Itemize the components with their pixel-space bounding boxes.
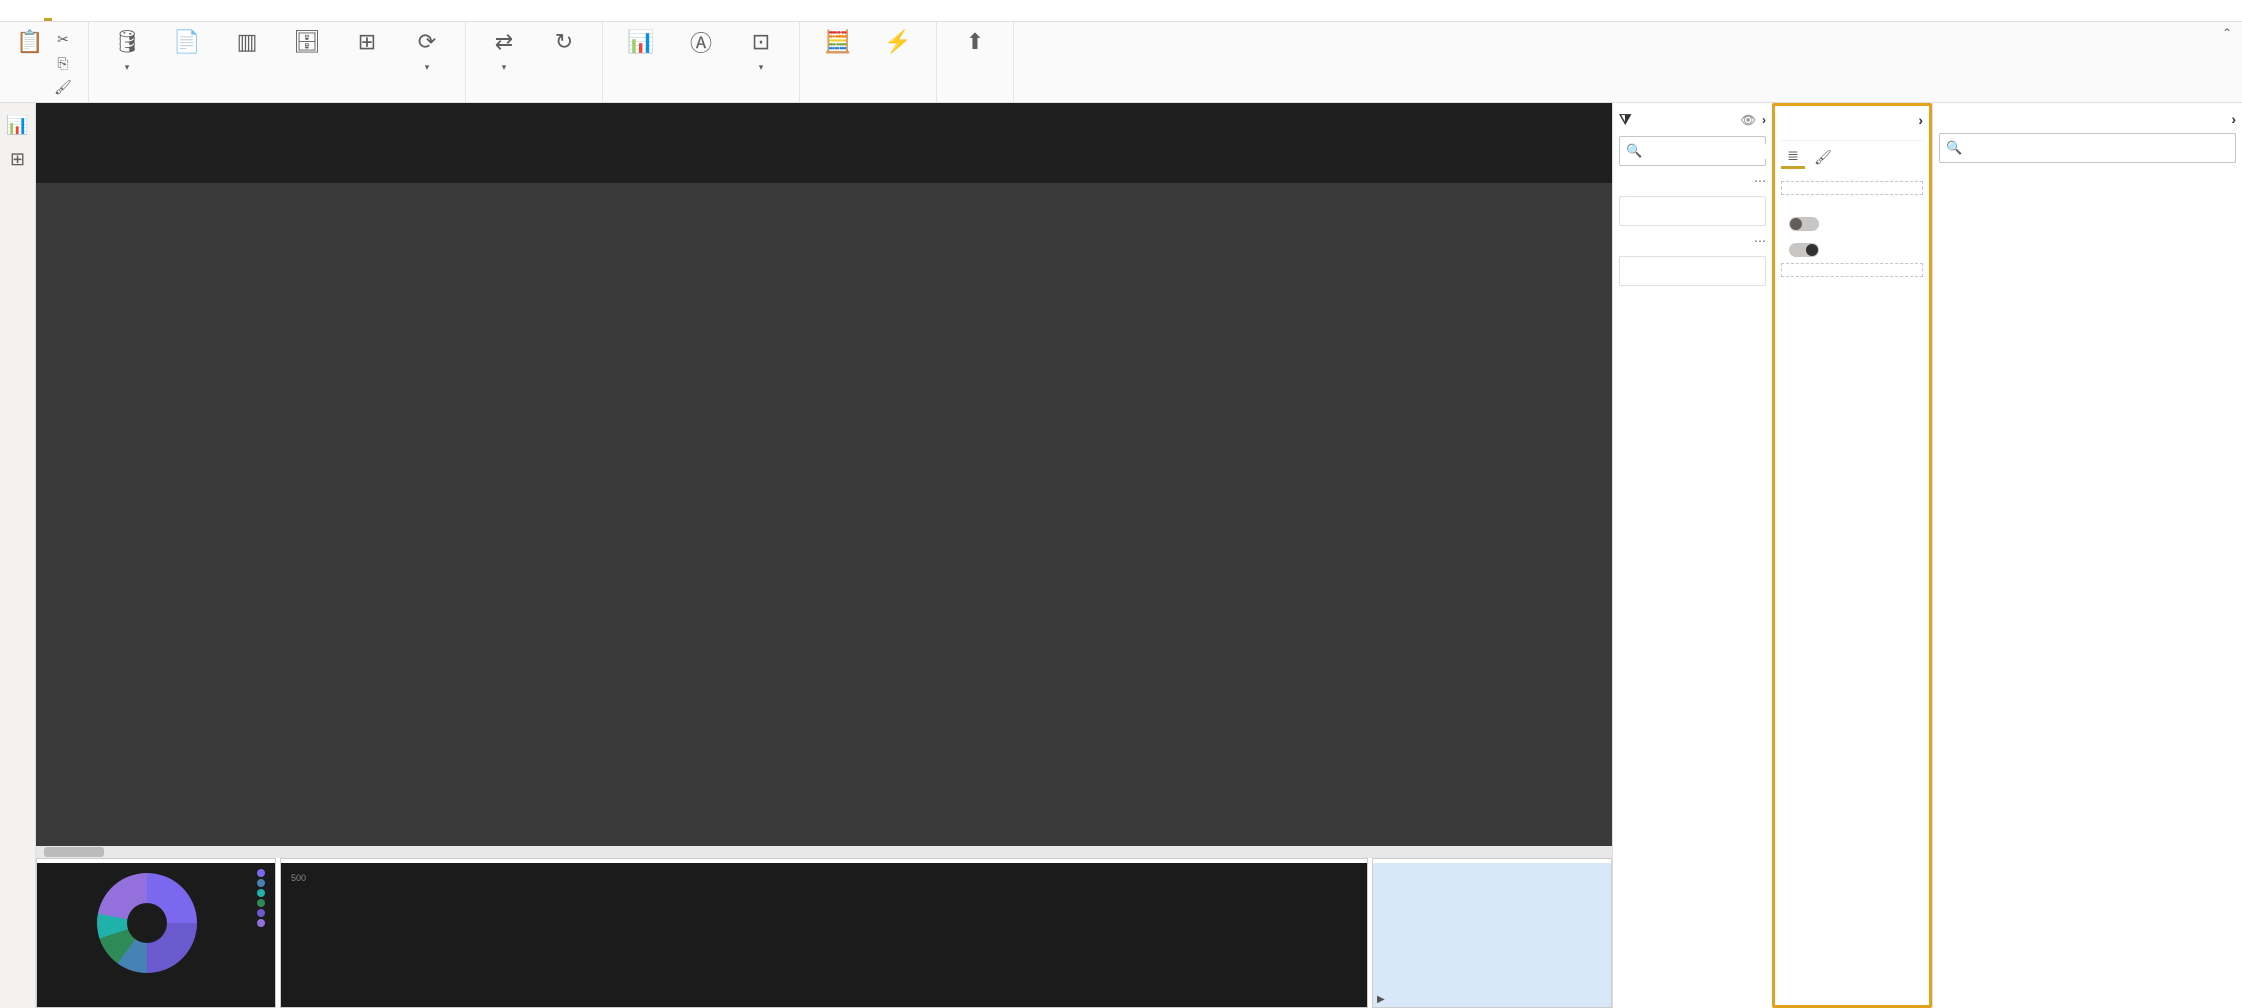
table-visual[interactable] bbox=[36, 183, 1612, 846]
left-nav: 📊 ⊞ bbox=[0, 103, 36, 1008]
transform-icon: ⇄ bbox=[488, 26, 520, 58]
filters-on-page-label: ⋯ bbox=[1619, 174, 1766, 188]
data-view-icon[interactable]: ⊞ bbox=[6, 147, 30, 171]
viz-tool-row: ≣ 🖌 bbox=[1781, 140, 1923, 169]
filters-search[interactable]: 🔍 bbox=[1619, 136, 1766, 166]
tab-insert[interactable] bbox=[74, 4, 82, 21]
refresh-button[interactable]: ↻ bbox=[536, 26, 592, 60]
filters-pane: ⧩ 👁 › 🔍 ⋯ ⋯ bbox=[1612, 103, 1772, 1008]
format-tool-icon[interactable]: 🖌 bbox=[1811, 145, 1835, 169]
horizontal-scrollbar[interactable] bbox=[36, 846, 1612, 858]
more-visuals-button[interactable]: ⊡▾ bbox=[733, 26, 789, 73]
map-visual[interactable]: ▶ bbox=[1372, 858, 1612, 1008]
tab-file[interactable] bbox=[14, 4, 22, 21]
copy-button[interactable]: ⎘ bbox=[54, 52, 78, 74]
ribbon: 📋 ✂ ⎘ 🖌 🛢▾ 📄 ▥ 🗄 ⊞ ⟳▾ ⇄▾ ↻ bbox=[0, 22, 2242, 103]
chart-icon: 📊 bbox=[625, 26, 657, 58]
cross-report-switch[interactable] bbox=[1789, 217, 1819, 231]
fields-tool-icon[interactable]: ≣ bbox=[1781, 145, 1805, 169]
sql-icon: 🗄 bbox=[291, 26, 323, 58]
donut-chart-visual[interactable] bbox=[36, 858, 276, 1008]
copy-icon: ⎘ bbox=[54, 54, 72, 72]
menu-tabs bbox=[0, 0, 2242, 22]
ribbon-group-data: 🛢▾ 📄 ▥ 🗄 ⊞ ⟳▾ bbox=[89, 22, 466, 102]
fields-search[interactable]: 🔍 bbox=[1939, 133, 2236, 163]
drillthrough-dropzone[interactable] bbox=[1781, 263, 1923, 277]
scissors-icon: ✂ bbox=[54, 30, 72, 48]
paste-button[interactable]: 📋 bbox=[10, 26, 50, 60]
textbox-icon: Ⓐ bbox=[685, 26, 717, 58]
ribbon-group-share: ⬆ bbox=[937, 22, 1014, 102]
keep-filters-toggle-row bbox=[1781, 243, 1923, 257]
viz-header: › bbox=[1781, 112, 1923, 128]
recent-sources-button[interactable]: ⟳▾ bbox=[399, 26, 455, 73]
cross-report-toggle-row bbox=[1781, 217, 1923, 231]
values-dropzone[interactable] bbox=[1781, 181, 1923, 195]
ribbon-group-queries: ⇄▾ ↻ bbox=[466, 22, 603, 102]
clipboard-icon: 📋 bbox=[14, 26, 46, 58]
tab-view[interactable] bbox=[134, 4, 142, 21]
funnel-icon: ⧩ bbox=[1619, 111, 1632, 128]
ribbon-group-clipboard: 📋 ✂ ⎘ 🖌 bbox=[0, 22, 89, 102]
ribbon-group-calc: 🧮 ⚡ bbox=[800, 22, 937, 102]
eye-icon[interactable]: 👁 bbox=[1741, 113, 1756, 127]
new-measure-button[interactable]: 🧮 bbox=[810, 26, 866, 60]
fields-header: › bbox=[1939, 111, 2236, 127]
enter-data-button[interactable]: ⊞ bbox=[339, 26, 395, 60]
search-icon: 🔍 bbox=[1946, 140, 1962, 156]
tab-home[interactable] bbox=[44, 4, 52, 21]
visualizations-pane: › ≣ 🖌 bbox=[1772, 103, 1932, 1008]
cut-button[interactable]: ✂ bbox=[54, 28, 78, 50]
format-painter-button[interactable]: 🖌 bbox=[54, 76, 78, 98]
more-icon[interactable]: ⋯ bbox=[1754, 234, 1766, 248]
quick-measure-button[interactable]: ⚡ bbox=[870, 26, 926, 60]
collapse-filters-icon[interactable]: › bbox=[1762, 113, 1766, 127]
scrollbar-thumb[interactable] bbox=[44, 847, 104, 857]
tab-help[interactable] bbox=[164, 4, 172, 21]
canvas-blank-area bbox=[36, 103, 1612, 183]
tab-modeling[interactable] bbox=[104, 4, 112, 21]
grid-plus-icon: ⊞ bbox=[351, 26, 383, 58]
quick-measure-icon: ⚡ bbox=[882, 26, 914, 58]
collapse-ribbon-button[interactable]: ⌃ bbox=[2212, 22, 2242, 102]
lower-visuals-row: 500 ▶ bbox=[36, 858, 1612, 1008]
brush-icon: 🖌 bbox=[54, 78, 72, 96]
ribbon-group-insert: 📊 Ⓐ ⊡▾ bbox=[603, 22, 800, 102]
get-data-button[interactable]: 🛢▾ bbox=[99, 26, 155, 73]
new-visual-button[interactable]: 📊 bbox=[613, 26, 669, 60]
keep-filters-switch[interactable] bbox=[1789, 243, 1819, 257]
fields-search-input[interactable] bbox=[1968, 141, 2229, 156]
world-map: ▶ bbox=[1373, 863, 1611, 1007]
database-icon: 🛢 bbox=[111, 26, 143, 58]
filters-page-dropzone[interactable] bbox=[1619, 196, 1766, 226]
filters-all-dropzone[interactable] bbox=[1619, 256, 1766, 286]
donut-legend bbox=[257, 867, 269, 927]
filters-on-all-label: ⋯ bbox=[1619, 234, 1766, 248]
sql-server-button[interactable]: 🗄 bbox=[279, 26, 335, 60]
more-icon[interactable]: ⋯ bbox=[1754, 174, 1766, 188]
search-icon: 🔍 bbox=[1626, 143, 1642, 159]
refresh-icon: ↻ bbox=[548, 26, 580, 58]
recent-icon: ⟳ bbox=[411, 26, 443, 58]
report-canvas[interactable]: 500 ▶ bbox=[36, 103, 1612, 1008]
collapse-fields-icon[interactable]: › bbox=[2231, 111, 2236, 127]
collapse-viz-icon[interactable]: › bbox=[1918, 112, 1923, 128]
bar-chart-visual[interactable]: 500 bbox=[280, 858, 1368, 1008]
dataset-icon: ▥ bbox=[231, 26, 263, 58]
excel-icon: 📄 bbox=[171, 26, 203, 58]
measure-icon: 🧮 bbox=[822, 26, 854, 58]
more-visuals-icon: ⊡ bbox=[745, 26, 777, 58]
text-box-button[interactable]: Ⓐ bbox=[673, 26, 729, 60]
pbi-datasets-button[interactable]: ▥ bbox=[219, 26, 275, 60]
fields-pane: › 🔍 bbox=[1932, 103, 2242, 1008]
filters-header: ⧩ 👁 › bbox=[1619, 111, 1766, 128]
publish-button[interactable]: ⬆ bbox=[947, 26, 1003, 60]
publish-icon: ⬆ bbox=[959, 26, 991, 58]
drillthrough-label bbox=[1781, 201, 1923, 205]
donut-chart bbox=[97, 873, 197, 973]
report-view-icon[interactable]: 📊 bbox=[6, 113, 30, 137]
transform-data-button[interactable]: ⇄▾ bbox=[476, 26, 532, 73]
excel-button[interactable]: 📄 bbox=[159, 26, 215, 60]
